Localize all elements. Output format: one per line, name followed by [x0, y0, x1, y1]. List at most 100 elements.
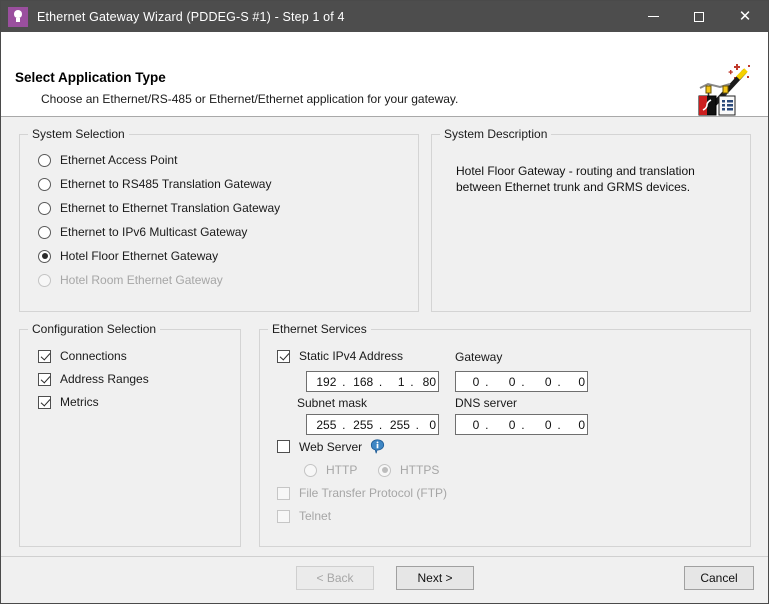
radio-ethernet-to-ipv6-multicast-gateway[interactable]: Ethernet to IPv6 Multicast Gateway [38, 225, 247, 239]
next-button[interactable]: Next > [396, 566, 474, 590]
radio-icon [38, 226, 51, 239]
lightbulb-icon [8, 7, 28, 27]
back-button: < Back [296, 566, 374, 590]
radio-ethernet-access-point[interactable]: Ethernet Access Point [38, 153, 177, 167]
radio-ethernet-to-ethernet-translation-gateway[interactable]: Ethernet to Ethernet Translation Gateway [38, 201, 280, 215]
octet-separator: . [554, 418, 565, 432]
window-controls: ✕ [630, 1, 768, 32]
system-selection-legend: System Selection [28, 127, 129, 141]
option-label: Web Server [299, 440, 362, 454]
octet-separator: . [412, 418, 423, 432]
octet-1[interactable]: 0 [456, 418, 481, 432]
ethernet-services-group: Ethernet Services Static IPv4 Address 19… [259, 322, 751, 547]
octet-4[interactable]: 0 [423, 418, 438, 432]
info-balloon-icon[interactable] [370, 439, 385, 454]
close-button[interactable]: ✕ [722, 1, 768, 32]
dns-server-input[interactable]: 0 . 0 . 0 . 0 [455, 414, 588, 435]
option-label: Connections [60, 349, 127, 363]
octet-2[interactable]: 0 [492, 375, 517, 389]
octet-3[interactable]: 255 [386, 418, 412, 432]
option-label: Hotel Room Ethernet Gateway [60, 273, 223, 287]
subnet-mask-input[interactable]: 255 . 255 . 255 . 0 [306, 414, 439, 435]
ethernet-services-legend: Ethernet Services [268, 322, 371, 336]
radio-hotel-room-ethernet-gateway: Hotel Room Ethernet Gateway [38, 273, 223, 287]
octet-1[interactable]: 0 [456, 375, 481, 389]
system-description-text: Hotel Floor Gateway - routing and transl… [456, 163, 724, 195]
radio-icon [38, 250, 51, 263]
cancel-button[interactable]: Cancel [684, 566, 754, 590]
octet-4[interactable]: 0 [564, 418, 587, 432]
minimize-button[interactable] [630, 1, 676, 32]
checkbox-connections[interactable]: Connections [38, 349, 127, 363]
configuration-selection-legend: Configuration Selection [28, 322, 160, 336]
octet-2[interactable]: 0 [492, 418, 517, 432]
octet-separator: . [517, 375, 528, 389]
checkbox-web-server[interactable]: Web Server [277, 439, 385, 454]
radio-icon [378, 464, 391, 477]
octet-separator: . [338, 418, 349, 432]
radio-icon [38, 154, 51, 167]
option-label: File Transfer Protocol (FTP) [299, 486, 447, 500]
system-description-group: System Description Hotel Floor Gateway -… [431, 127, 751, 312]
checkbox-icon [277, 440, 290, 453]
octet-separator: . [481, 375, 492, 389]
radio-hotel-floor-ethernet-gateway[interactable]: Hotel Floor Ethernet Gateway [38, 249, 218, 263]
octet-2[interactable]: 168 [349, 375, 375, 389]
option-label: Ethernet to RS485 Translation Gateway [60, 177, 271, 191]
octet-1[interactable]: 255 [307, 418, 338, 432]
option-label: Ethernet to Ethernet Translation Gateway [60, 201, 280, 215]
checkbox-ftp: File Transfer Protocol (FTP) [277, 486, 447, 500]
header-banner: Select Application Type Choose an Ethern… [1, 32, 768, 117]
octet-separator: . [481, 418, 492, 432]
octet-separator: . [338, 375, 349, 389]
ipv4-address-input[interactable]: 192 . 168 . 1 . 80 [306, 371, 439, 392]
option-label: Hotel Floor Ethernet Gateway [60, 249, 218, 263]
page-title: Select Application Type [15, 70, 166, 85]
title-bar: Ethernet Gateway Wizard (PDDEG-S #1) - S… [1, 1, 768, 32]
octet-3[interactable]: 1 [386, 375, 407, 389]
octet-2[interactable]: 255 [349, 418, 375, 432]
system-selection-group: System Selection Ethernet Access Point E… [19, 127, 419, 312]
option-label: Ethernet to IPv6 Multicast Gateway [60, 225, 247, 239]
checkbox-icon [38, 373, 51, 386]
checkbox-icon [277, 350, 290, 363]
gateway-input[interactable]: 0 . 0 . 0 . 0 [455, 371, 588, 392]
octet-3[interactable]: 0 [528, 375, 553, 389]
window-title: Ethernet Gateway Wizard (PDDEG-S #1) - S… [37, 10, 345, 24]
octet-3[interactable]: 0 [528, 418, 553, 432]
radio-icon [38, 178, 51, 191]
maximize-icon [694, 12, 704, 22]
wizard-wand-icon [690, 62, 756, 118]
option-label: Ethernet Access Point [60, 153, 177, 167]
checkbox-icon [277, 510, 290, 523]
dialog-footer: < Back Next > Cancel [1, 556, 768, 603]
dialog-body: System Selection Ethernet Access Point E… [1, 117, 768, 556]
checkbox-telnet: Telnet [277, 509, 331, 523]
radio-ethernet-to-rs485-translation-gateway[interactable]: Ethernet to RS485 Translation Gateway [38, 177, 271, 191]
checkbox-icon [277, 487, 290, 500]
octet-separator: . [375, 418, 386, 432]
checkbox-metrics[interactable]: Metrics [38, 395, 99, 409]
minimize-icon [648, 16, 659, 17]
radio-http: HTTP [304, 463, 357, 477]
option-label: Address Ranges [60, 372, 149, 386]
octet-separator: . [407, 375, 418, 389]
system-description-legend: System Description [440, 127, 551, 141]
radio-icon [304, 464, 317, 477]
subnet-mask-label: Subnet mask [297, 396, 367, 410]
checkbox-static-ipv4-address[interactable]: Static IPv4 Address [277, 349, 403, 363]
octet-4[interactable]: 0 [564, 375, 587, 389]
checkbox-icon [38, 396, 51, 409]
configuration-selection-group: Configuration Selection Connections Addr… [19, 322, 241, 547]
radio-https: HTTPS [378, 463, 439, 477]
close-icon: ✕ [739, 9, 752, 24]
option-label: HTTPS [400, 463, 439, 477]
checkbox-address-ranges[interactable]: Address Ranges [38, 372, 149, 386]
maximize-button[interactable] [676, 1, 722, 32]
octet-1[interactable]: 192 [307, 375, 338, 389]
checkbox-icon [38, 350, 51, 363]
option-label: Metrics [60, 395, 99, 409]
option-label: HTTP [326, 463, 357, 477]
radio-icon [38, 202, 51, 215]
octet-4[interactable]: 80 [417, 375, 438, 389]
